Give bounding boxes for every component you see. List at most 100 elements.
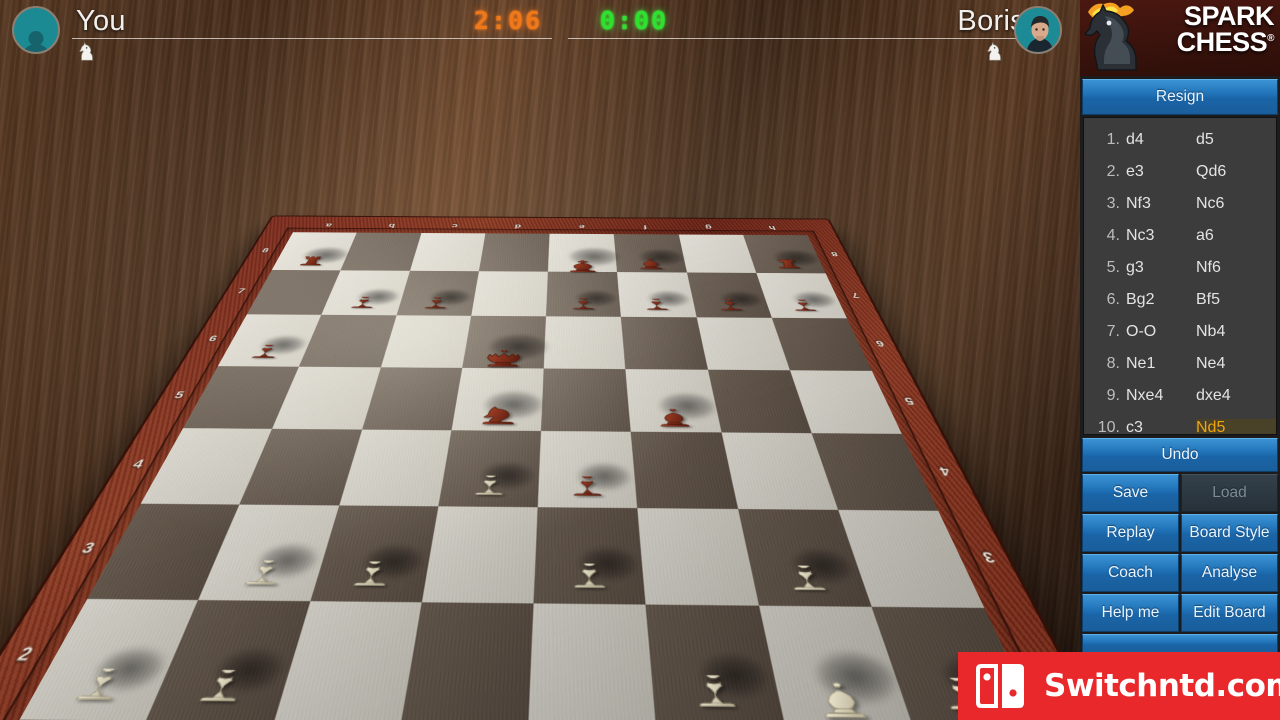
board-square-d3[interactable] <box>422 507 538 603</box>
logo-line-1: SPARK <box>1177 3 1274 29</box>
board-square-g4[interactable] <box>721 432 838 510</box>
move-black[interactable]: Nb4 <box>1196 323 1276 341</box>
player-name-you: You <box>76 5 126 38</box>
move-black[interactable]: d5 <box>1196 131 1276 149</box>
piece-shadow <box>569 247 621 266</box>
undo-button[interactable]: Undo <box>1082 438 1278 472</box>
additional-option-button[interactable] <box>1082 634 1278 654</box>
header-divider-right <box>568 38 1018 39</box>
app-logo-text: SPARK CHESS® <box>1177 3 1274 56</box>
sidebar-panel[interactable]: SPARK CHESS® Resign 1. d4 d5 2. e3 Qd6 3. Nf3 Nc… <box>1080 0 1280 720</box>
clock-you: 2:06 <box>462 6 554 36</box>
board-square-e6[interactable] <box>544 316 626 369</box>
move-number: 10. <box>1084 419 1126 435</box>
move-white[interactable]: d4 <box>1126 131 1196 149</box>
move-number: 5. <box>1084 259 1126 277</box>
board-square-e5[interactable] <box>541 368 631 431</box>
move-black[interactable]: Nd5 <box>1196 419 1276 435</box>
board-square-b2[interactable] <box>146 599 310 720</box>
file-label-d-top: d <box>515 223 522 229</box>
coach-button[interactable]: Coach <box>1082 554 1179 592</box>
logo-line-2: CHESS® <box>1177 29 1274 55</box>
flaming-knight-logo-icon <box>1080 0 1160 76</box>
move-black[interactable]: Ne4 <box>1196 355 1276 373</box>
analyse-button[interactable]: Analyse <box>1181 554 1278 592</box>
board-square-d4[interactable] <box>438 430 541 507</box>
control-button-grid[interactable]: Save Load Replay Board Style Coach Analy… <box>1082 474 1278 632</box>
move-black[interactable]: a6 <box>1196 227 1276 245</box>
help-me-button[interactable]: Help me <box>1082 594 1179 632</box>
watermark-text: Switchntd.com <box>1044 668 1280 704</box>
move-row[interactable]: 7. O-O Nb4 <box>1084 316 1276 348</box>
board-square-d8[interactable] <box>479 233 550 271</box>
move-row[interactable]: 2. e3 Qd6 <box>1084 156 1276 188</box>
move-number: 4. <box>1084 227 1126 245</box>
resign-button[interactable]: Resign <box>1082 79 1278 115</box>
move-black[interactable]: Qd6 <box>1196 163 1276 181</box>
file-label-e-top: e <box>579 223 585 229</box>
move-number: 3. <box>1084 195 1126 213</box>
move-white[interactable]: Ne1 <box>1126 355 1196 373</box>
move-black[interactable]: dxe4 <box>1196 387 1276 405</box>
move-white[interactable]: e3 <box>1126 163 1196 181</box>
move-black[interactable]: Bf5 <box>1196 291 1276 309</box>
header-bar: You 2:06 0:00 Boris <box>0 0 1080 58</box>
board-square-d7[interactable] <box>471 271 548 316</box>
move-white[interactable]: c3 <box>1126 419 1196 435</box>
edit-board-button[interactable]: Edit Board <box>1181 594 1278 632</box>
chessboard-area[interactable]: aabbccddeeffgghh1122334455667788 <box>0 58 1080 720</box>
move-black[interactable]: Nf6 <box>1196 259 1276 277</box>
move-black[interactable]: Nc6 <box>1196 195 1276 213</box>
board-square-e2[interactable] <box>528 603 656 720</box>
board-square-c5[interactable] <box>362 367 462 430</box>
move-row[interactable]: 8. Ne1 Ne4 <box>1084 348 1276 380</box>
move-number: 2. <box>1084 163 1126 181</box>
move-row[interactable]: 3. Nf3 Nc6 <box>1084 188 1276 220</box>
silhouette-icon <box>21 31 51 54</box>
replay-button[interactable]: Replay <box>1082 514 1179 552</box>
save-button[interactable]: Save <box>1082 474 1179 512</box>
move-number: 7. <box>1084 323 1126 341</box>
portrait-icon <box>1016 8 1062 54</box>
board-square-e4[interactable] <box>538 431 638 508</box>
board-square-e3[interactable] <box>534 507 646 603</box>
board-square-b4[interactable] <box>239 429 361 506</box>
nintendo-switch-logo <box>972 663 1032 709</box>
move-row[interactable]: 6. Bg2 Bf5 <box>1084 284 1276 316</box>
move-white[interactable]: Nc3 <box>1126 227 1196 245</box>
board-square-c8[interactable] <box>410 233 486 271</box>
move-number: 6. <box>1084 291 1126 309</box>
move-white[interactable]: O-O <box>1126 323 1196 341</box>
board-square-d2[interactable] <box>401 602 534 720</box>
move-white[interactable]: Nxe4 <box>1126 387 1196 405</box>
file-label-f-top: f <box>643 224 647 230</box>
move-white[interactable]: g3 <box>1126 259 1196 277</box>
move-row[interactable]: 5. g3 Nf6 <box>1084 252 1276 284</box>
move-row[interactable]: 1. d4 d5 <box>1084 124 1276 156</box>
board-square-c2[interactable] <box>273 601 421 720</box>
move-row[interactable]: 9. Nxe4 dxe4 <box>1084 380 1276 412</box>
move-row[interactable]: 10. c3 Nd5 <box>1084 412 1276 435</box>
registered-mark: ® <box>1267 33 1274 44</box>
chessboard-3d[interactable]: aabbccddeeffgghh1122334455667788 <box>0 232 1121 720</box>
load-button: Load <box>1181 474 1278 512</box>
avatar-opponent[interactable] <box>1014 6 1062 54</box>
board-style-button[interactable]: Board Style <box>1181 514 1278 552</box>
move-white[interactable]: Nf3 <box>1126 195 1196 213</box>
move-list[interactable]: 1. d4 d5 2. e3 Qd6 3. Nf3 Nc6 4. Nc3 a6 5. g3 Nf6 6. Bg2… <box>1083 117 1277 435</box>
avatar-you[interactable] <box>12 6 60 54</box>
piece-shadow <box>487 334 549 360</box>
board-square-c6[interactable] <box>381 315 472 368</box>
move-number: 8. <box>1084 355 1126 373</box>
move-white[interactable]: Bg2 <box>1126 291 1196 309</box>
board-square-f2[interactable] <box>646 604 785 720</box>
white-knight-icon-you <box>76 42 98 62</box>
app-logo: SPARK CHESS® <box>1080 0 1280 76</box>
header-divider-left <box>72 38 552 39</box>
move-number: 9. <box>1084 387 1126 405</box>
board-square-g2[interactable] <box>758 605 913 720</box>
watermark-banner: Switchntd.com <box>958 652 1280 720</box>
board-square-f6[interactable] <box>621 317 707 370</box>
board-square-f4[interactable] <box>631 432 738 510</box>
move-row[interactable]: 4. Nc3 a6 <box>1084 220 1276 252</box>
